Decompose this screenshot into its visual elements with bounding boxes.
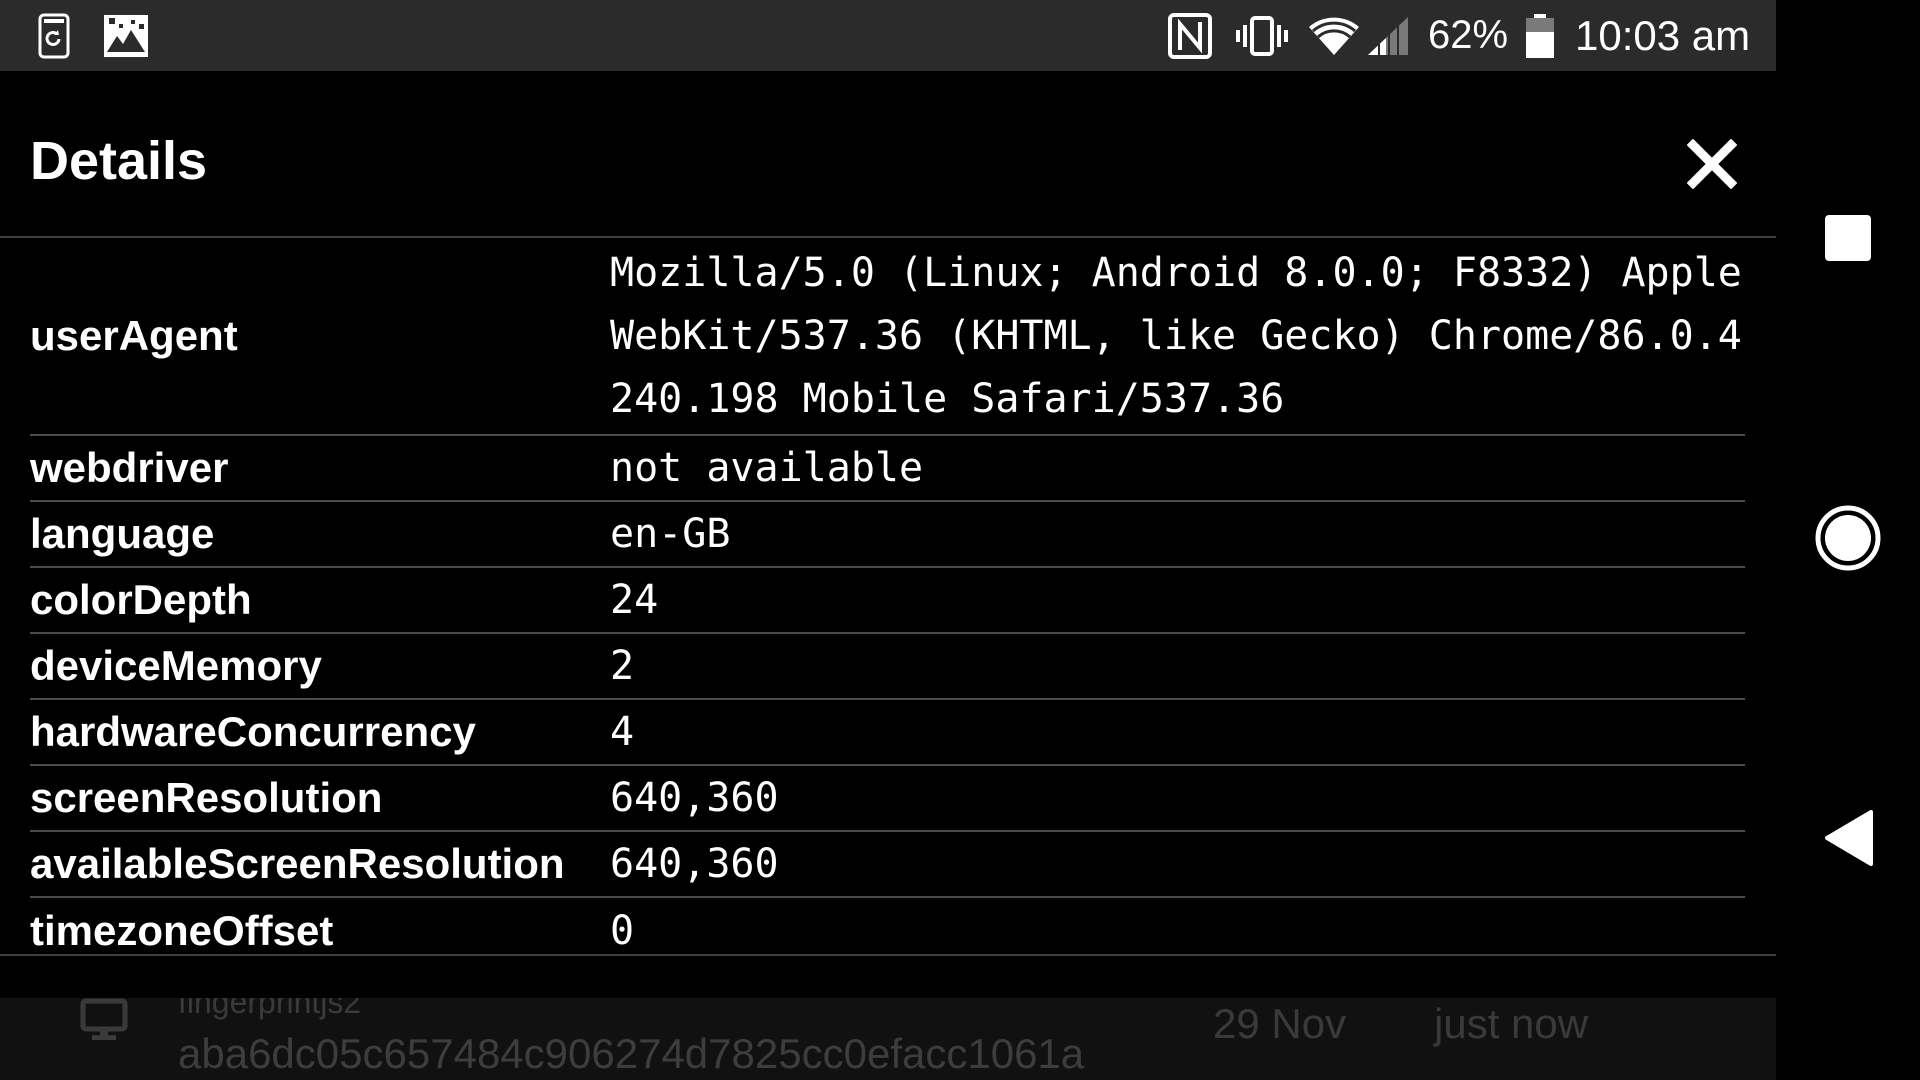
background-item-date: 29 Nov [1213,1000,1347,1047]
row-value: 640,360 [610,840,779,887]
home-button[interactable] [1776,468,1920,612]
table-row: language en-GB [30,502,1745,568]
row-key: language [30,510,215,557]
navigation-bar [1776,0,1920,1080]
row-key: screenResolution [30,774,383,821]
background-item-hash: aba6dc05c657484c906274d7825cc0efacc1061a [178,1030,1085,1077]
row-value: 640,360 [610,774,779,821]
table-row: screenResolution 640,360 [30,766,1745,832]
row-value: en-GB [610,510,731,557]
photo-app-icon [100,0,152,71]
dialog-divider [0,954,1776,956]
home-icon [1814,504,1882,577]
close-icon [1686,138,1738,194]
details-dialog: Details userAgent Mozilla/5.0 (Linux; An… [0,92,1776,998]
details-table: userAgent Mozilla/5.0 (Linux; Android 8.… [30,238,1745,964]
row-key: colorDepth [30,576,252,623]
row-key: webdriver [30,444,229,491]
background-list-item[interactable]: fingerprintjs2 aba6dc05c657484c906274d78… [0,984,1776,1080]
table-row: hardwareConcurrency 4 [30,700,1745,766]
dialog-title: Details [30,131,208,191]
dialog-header: Details [0,92,1776,238]
clock: 10:03 am [1575,11,1751,59]
row-value: Mozilla/5.0 (Linux; Android 8.0.0; F8332… [610,249,1742,422]
table-row: colorDepth 24 [30,568,1745,634]
wifi-icon [1305,0,1363,71]
row-value: 4 [610,708,635,755]
table-row: deviceMemory 2 [30,634,1745,700]
row-key: deviceMemory [30,642,322,689]
vibrate-icon [1232,0,1292,71]
row-key: timezoneOffset [30,907,334,954]
recents-button[interactable] [1776,168,1920,312]
battery-icon [1523,0,1557,71]
row-value: 24 [610,576,659,623]
recents-icon [1824,214,1872,267]
row-value: 2 [610,642,635,689]
battery-percent: 62% [1428,13,1509,57]
screenshot-app-icon [34,0,74,71]
table-row: webdriver not available [30,436,1745,502]
phone-screen: fingerprintjs2 aba6dc05c657484c906274d78… [0,0,1920,1080]
table-row: userAgent Mozilla/5.0 (Linux; Android 8.… [30,238,1745,436]
background-item-time: just now [1434,1000,1589,1047]
monitor-icon [80,998,128,1047]
row-key: availableScreenResolution [30,840,565,887]
table-row: availableScreenResolution 640,360 [30,832,1745,898]
row-value: not available [610,444,924,491]
signal-icon [1365,0,1411,71]
row-key: userAgent [30,312,238,359]
status-bar: 62% 10:03 am [0,0,1776,71]
back-icon [1821,808,1875,873]
close-button[interactable] [1680,134,1744,198]
nfc-icon [1162,0,1218,71]
back-button[interactable] [1776,768,1920,912]
row-key: hardwareConcurrency [30,708,476,755]
